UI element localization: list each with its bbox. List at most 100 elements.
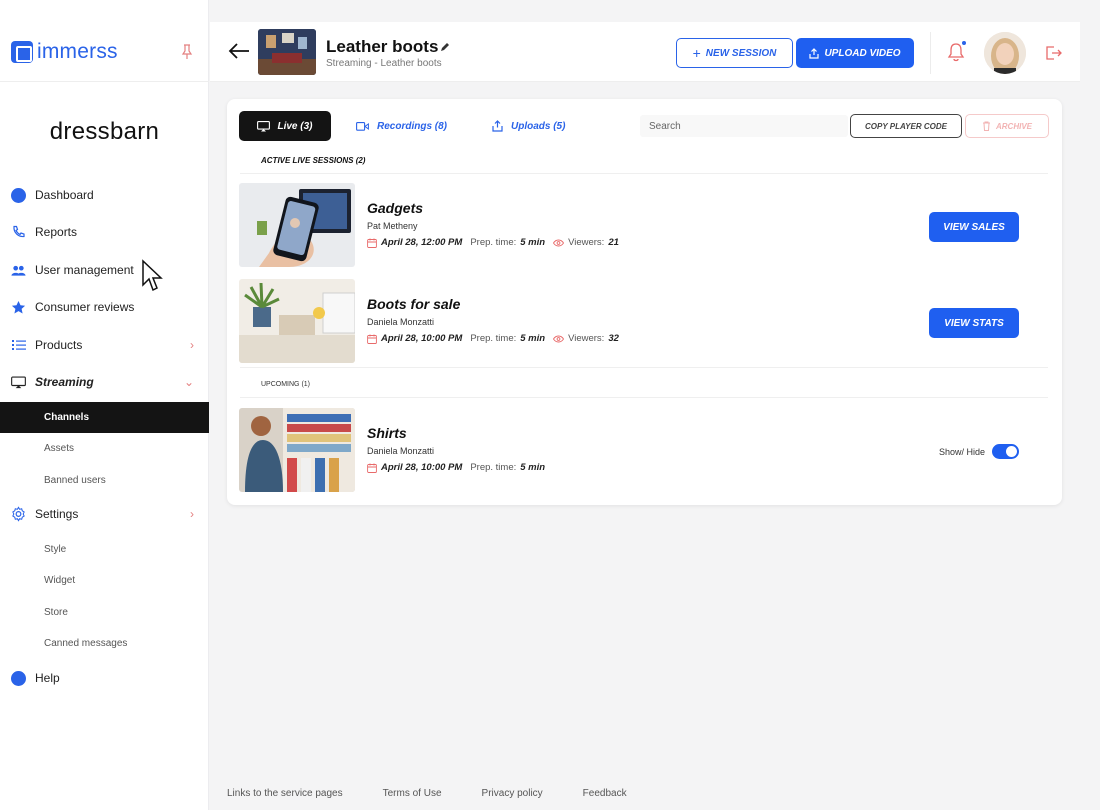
tab-live-label: Live (3) bbox=[277, 120, 313, 132]
viewers-label: Viewers: bbox=[568, 333, 605, 344]
footer-link-privacy[interactable]: Privacy policy bbox=[482, 788, 543, 799]
sidebar-item-reports[interactable]: Reports bbox=[0, 217, 209, 247]
divider bbox=[930, 32, 931, 74]
back-arrow-icon[interactable] bbox=[228, 42, 250, 60]
page-header: Leather boots Streaming - Leather boots … bbox=[210, 22, 1080, 82]
session-title: Gadgets bbox=[367, 200, 424, 216]
new-session-button[interactable]: + NEW SESSION bbox=[676, 38, 793, 68]
session-meta: April 28, 10:00 PM Prep. time: 5 min bbox=[367, 462, 545, 473]
session-row[interactable]: Gadgets Pat Metheny April 28, 12:00 PM P… bbox=[239, 183, 1049, 267]
sidebar-subitem-assets[interactable]: Assets bbox=[0, 433, 209, 464]
monitor-icon bbox=[11, 375, 26, 390]
new-session-label: NEW SESSION bbox=[705, 47, 777, 59]
session-title: Boots for sale bbox=[367, 296, 461, 312]
show-hide-label: Show/ Hide bbox=[938, 446, 985, 457]
sidebar-item-label: Streaming bbox=[35, 375, 94, 389]
logout-icon[interactable] bbox=[1044, 44, 1062, 62]
calendar-icon bbox=[367, 238, 377, 248]
sidebar-subitem-banned-users[interactable]: Banned users bbox=[0, 465, 209, 496]
tab-uploads[interactable]: Uploads (5) bbox=[492, 111, 565, 141]
sidebar-item-settings[interactable]: Settings › bbox=[0, 499, 209, 529]
sidebar-item-products[interactable]: Products › bbox=[0, 330, 209, 360]
section-upcoming: UPCOMING (1) bbox=[261, 381, 310, 388]
list-icon bbox=[11, 338, 26, 353]
session-title: Shirts bbox=[367, 425, 407, 441]
phone-icon bbox=[11, 225, 26, 240]
sidebar-item-dashboard[interactable]: Dashboard bbox=[0, 180, 209, 210]
bell-icon[interactable] bbox=[947, 42, 965, 62]
notification-dot bbox=[962, 41, 966, 45]
session-author: Daniela Monzatti bbox=[367, 446, 435, 456]
session-row[interactable]: Shirts Daniela Monzatti April 28, 10:00 … bbox=[239, 408, 1049, 492]
monitor-icon bbox=[257, 120, 271, 131]
dashboard-icon bbox=[11, 187, 26, 203]
upload-icon bbox=[809, 47, 820, 59]
session-meta: April 28, 12:00 PM Prep. time: 5 min Vie… bbox=[367, 237, 619, 248]
session-thumbnail bbox=[239, 279, 355, 363]
sidebar-subitem-canned-messages[interactable]: Canned messages bbox=[0, 628, 209, 659]
session-date: April 28, 10:00 PM bbox=[381, 333, 463, 344]
mouse-cursor-icon bbox=[142, 259, 163, 292]
sidebar-item-help[interactable]: Help bbox=[0, 663, 209, 693]
viewers-value: 32 bbox=[608, 333, 619, 344]
sidebar-subitem-style[interactable]: Style bbox=[0, 534, 209, 565]
tab-uploads-label: Uploads (5) bbox=[511, 120, 566, 132]
session-row[interactable]: Boots for sale Daniela Monzatti April 28… bbox=[239, 279, 1049, 363]
tab-live[interactable]: Live (3) bbox=[239, 111, 331, 141]
footer-link-feedback[interactable]: Feedback bbox=[583, 788, 627, 799]
sidebar-item-label: Help bbox=[35, 671, 60, 685]
sidebar-subitem-channels[interactable]: Channels bbox=[0, 402, 209, 433]
sidebar-item-streaming[interactable]: Streaming ⌄ bbox=[0, 367, 209, 397]
archive-button[interactable]: ARCHIVE bbox=[965, 114, 1049, 138]
upload-video-label: UPLOAD VIDEO bbox=[824, 47, 901, 59]
sidebar-subitem-widget[interactable]: Widget bbox=[0, 565, 209, 596]
chevron-down-icon: ⌄ bbox=[183, 375, 194, 389]
viewers-label: Viewers: bbox=[568, 237, 605, 248]
star-icon bbox=[11, 300, 26, 315]
footer: Links to the service pages Terms of Use … bbox=[227, 788, 667, 799]
view-sales-button[interactable]: VIEW SALES bbox=[929, 212, 1019, 242]
prep-time-value: 5 min bbox=[520, 237, 546, 248]
session-meta: April 28, 10:00 PM Prep. time: 5 min Vie… bbox=[367, 333, 619, 344]
sidebar-item-label: Consumer reviews bbox=[35, 300, 135, 314]
tab-recordings[interactable]: Recordings (8) bbox=[356, 111, 447, 141]
logo-row: immerss bbox=[0, 0, 209, 82]
sidebar-item-user-management[interactable]: User management bbox=[0, 255, 209, 285]
edit-pencil-icon[interactable] bbox=[440, 42, 450, 52]
avatar[interactable] bbox=[984, 32, 1026, 74]
upload-icon bbox=[492, 120, 503, 132]
search-input[interactable] bbox=[640, 115, 848, 137]
archive-label: ARCHIVE bbox=[995, 121, 1032, 131]
divider bbox=[240, 397, 1048, 398]
sidebar-subitem-store[interactable]: Store bbox=[0, 597, 209, 628]
calendar-icon bbox=[367, 463, 377, 473]
show-hide-control: Show/ Hide bbox=[939, 444, 1019, 459]
divider bbox=[240, 367, 1048, 368]
sidebar-item-label: Products bbox=[35, 338, 83, 352]
upload-video-button[interactable]: UPLOAD VIDEO bbox=[796, 38, 914, 68]
video-camera-icon bbox=[356, 121, 369, 131]
channel-thumbnail bbox=[258, 29, 316, 75]
pin-icon[interactable] bbox=[181, 44, 193, 60]
session-thumbnail bbox=[239, 183, 355, 267]
copy-player-code-button[interactable]: COPY PLAYER CODE bbox=[850, 114, 962, 138]
prep-time-value: 5 min bbox=[520, 462, 546, 473]
prep-time-label: Prep. time: bbox=[470, 333, 517, 344]
prep-time-label: Prep. time: bbox=[470, 237, 517, 248]
plus-icon: + bbox=[692, 45, 701, 61]
show-hide-toggle[interactable] bbox=[992, 444, 1019, 459]
footer-link-terms[interactable]: Terms of Use bbox=[383, 788, 442, 799]
tab-recordings-label: Recordings (8) bbox=[377, 120, 448, 132]
view-stats-button[interactable]: VIEW STATS bbox=[929, 308, 1019, 338]
sidebar-item-label: Settings bbox=[35, 507, 79, 521]
sidebar: immerss dressbarn Dashboard Reports User… bbox=[0, 0, 209, 810]
breadcrumb: Streaming - Leather boots bbox=[326, 58, 442, 69]
session-author: Daniela Monzatti bbox=[367, 317, 435, 327]
prep-time-value: 5 min bbox=[520, 333, 546, 344]
footer-link-service-pages[interactable]: Links to the service pages bbox=[227, 788, 343, 799]
logo-icon bbox=[11, 41, 33, 63]
session-date: April 28, 10:00 PM bbox=[381, 462, 463, 473]
viewers-value: 21 bbox=[608, 237, 619, 248]
sidebar-item-consumer-reviews[interactable]: Consumer reviews bbox=[0, 292, 209, 322]
sessions-card: Live (3) Recordings (8) Uploads (5) COPY… bbox=[227, 99, 1062, 505]
